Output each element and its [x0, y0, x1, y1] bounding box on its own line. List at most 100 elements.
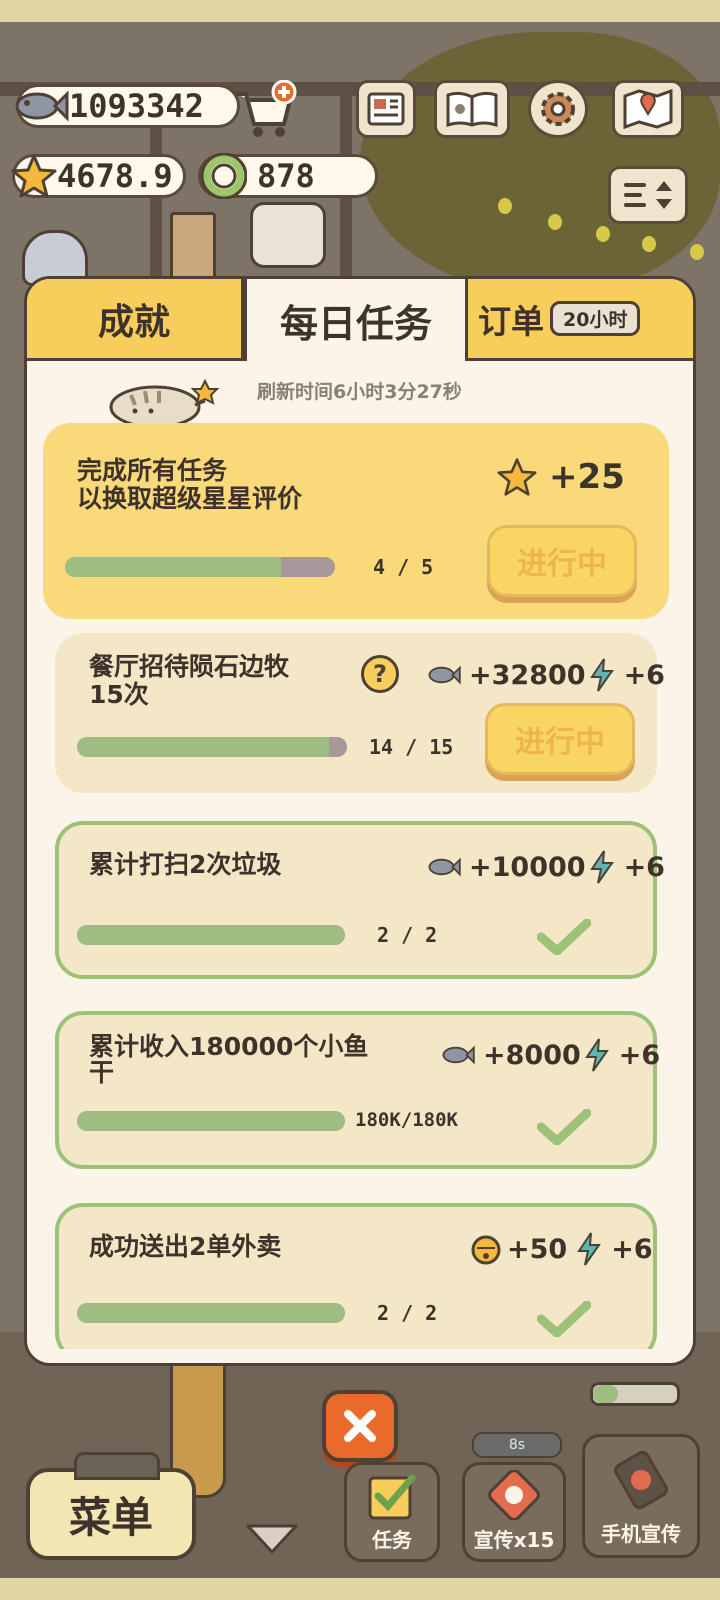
task-card-meteor-collie: 餐厅招待陨石边牧 15次 ? +32800 +6 14 / 15 进行中	[55, 633, 665, 793]
progress-bar	[77, 737, 347, 757]
energy-icon	[584, 1038, 609, 1072]
star-icon	[11, 154, 57, 198]
task-panel: 成就 每日任务 订单 20小时 刷新时间6小时3分27秒 完成所有任务 以换取超…	[24, 276, 696, 1366]
reward-bell: +50 +6	[469, 1231, 653, 1267]
tasks-button[interactable]: 任务	[344, 1462, 440, 1562]
newspaper-button[interactable]	[356, 80, 416, 138]
phone-icon	[614, 1450, 668, 1510]
fish-icon	[428, 857, 461, 877]
reward-fish-amount: +10000	[469, 851, 586, 883]
progress-bar	[77, 1111, 345, 1131]
fish-currency[interactable]: 1093342	[15, 84, 240, 128]
reward-fish: +10000 +6	[427, 849, 665, 885]
completed-check-icon	[537, 919, 591, 955]
settings-button[interactable]	[528, 80, 588, 138]
task-card-sweep-trash: 累计打扫2次垃圾 +10000 +6 2 / 2	[55, 821, 665, 979]
task-title: 餐厅招待陨石边牧	[89, 652, 290, 681]
tab-daily-tasks[interactable]: 每日任务	[244, 279, 468, 361]
task-title: 累计收入180000个小鱼	[89, 1032, 369, 1061]
map-icon	[623, 88, 673, 130]
fish-icon	[15, 90, 69, 122]
completed-check-icon	[537, 1109, 591, 1145]
in-progress-button[interactable]: 进行中	[487, 525, 637, 597]
promote-timer: 8s	[472, 1432, 562, 1458]
reward-fish: +32800 +6	[427, 657, 665, 693]
bell-icon	[471, 1235, 501, 1265]
sort-icon	[624, 181, 672, 209]
newspaper-icon	[367, 92, 405, 126]
light-bulb	[498, 198, 512, 214]
book-icon	[446, 91, 498, 128]
progress-text: 2 / 2	[377, 1301, 438, 1325]
light-bulb	[642, 236, 656, 252]
menu-button[interactable]: 菜单	[26, 1468, 196, 1560]
task-title-line2: 15次	[89, 680, 149, 709]
promote-button[interactable]: 宣传x15	[462, 1462, 566, 1562]
close-icon	[344, 1410, 376, 1442]
progress-bar	[65, 557, 335, 577]
progress-bar	[77, 1303, 345, 1323]
map-button[interactable]	[612, 80, 684, 138]
menu-label: 菜单	[68, 1492, 153, 1542]
fish-icon	[442, 1045, 475, 1065]
reward-energy-amount: +6	[618, 1039, 661, 1071]
refresh-timer: 刷新时间6小时3分27秒	[257, 381, 462, 403]
reward-star-amount: +25	[549, 457, 625, 497]
tab-achievements[interactable]: 成就	[27, 279, 244, 361]
energy-icon	[589, 658, 614, 692]
reward-bell-amount: +50	[507, 1233, 568, 1265]
cat-character	[250, 202, 326, 268]
reward-fish: +8000 +6	[441, 1037, 660, 1073]
close-button[interactable]	[322, 1390, 398, 1462]
task-title: 累计打扫2次垃圾	[89, 850, 282, 879]
tasks-label: 任务	[372, 1528, 412, 1552]
fish-icon	[428, 665, 461, 685]
progress-text: 2 / 2	[377, 923, 438, 947]
fish-count: 1093342	[69, 87, 204, 125]
energy-icon	[577, 1232, 602, 1266]
coin-count: 878	[257, 157, 315, 195]
task-list[interactable]: 完成所有任务 以换取超级星星评价 +25 4 / 5 进行中 餐厅招待陨石边牧 …	[27, 415, 693, 1349]
task-card-delivery: 成功送出2单外卖 +50 +6 2 / 2	[55, 1203, 657, 1349]
sort-toggle-button[interactable]	[608, 166, 688, 224]
light-bulb	[548, 214, 562, 230]
tree-decoration	[360, 32, 720, 292]
progress-text: 14 / 15	[369, 735, 454, 759]
completed-check-icon	[537, 1301, 591, 1337]
light-bulb	[596, 226, 610, 242]
star-rating-value: 4678.9	[57, 157, 173, 195]
task-card-income: 累计收入180000个小鱼 干 +8000 +6 180K/180K	[55, 1011, 660, 1169]
promote-label: 宣传x15	[473, 1528, 555, 1552]
ring-coin-icon	[201, 153, 247, 199]
tab-orders[interactable]: 订单 20小时	[468, 279, 693, 361]
gear-icon	[541, 92, 575, 126]
mini-progress	[590, 1382, 680, 1406]
tab-orders-label: 订单	[478, 301, 544, 341]
task-title: 成功送出2单外卖	[89, 1232, 282, 1261]
reward-stars: +25	[497, 457, 625, 497]
phone-promote-button[interactable]: 手机宣传	[582, 1434, 700, 1558]
chevron-down-icon[interactable]	[244, 1520, 300, 1556]
help-icon[interactable]: ?	[361, 655, 399, 693]
in-progress-button[interactable]: 进行中	[485, 703, 635, 775]
menu-lid	[74, 1452, 160, 1480]
album-button[interactable]	[434, 80, 510, 138]
task-check-icon	[368, 1474, 416, 1520]
progress-text: 180K/180K	[355, 1109, 458, 1131]
shop-cart-button[interactable]	[232, 79, 298, 140]
flyer-icon	[488, 1470, 540, 1520]
reward-fish-amount: +8000	[483, 1039, 581, 1071]
reward-energy-amount: +6	[611, 1233, 653, 1265]
progress-text: 4 / 5	[373, 555, 434, 579]
progress-bar	[77, 925, 345, 945]
star-icon	[497, 458, 537, 496]
phone-promote-label: 手机宣传	[601, 1522, 681, 1546]
reward-energy-amount: +6	[623, 659, 665, 691]
reward-energy-amount: +6	[623, 851, 665, 883]
task-title: 完成所有任务	[77, 456, 228, 485]
task-card-all-tasks: 完成所有任务 以换取超级星星评价 +25 4 / 5 进行中	[43, 423, 669, 619]
orders-timer: 20小时	[550, 301, 641, 336]
star-rating: 4678.9	[11, 154, 186, 198]
energy-icon	[589, 850, 614, 884]
light-bulb	[690, 244, 704, 260]
